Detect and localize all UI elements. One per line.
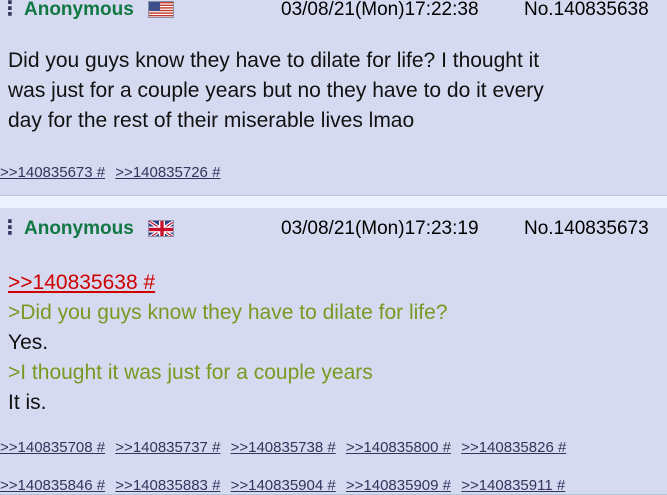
- backlink[interactable]: >>140835708 #: [0, 439, 105, 456]
- message-line: was just for a couple years but no they …: [8, 79, 544, 102]
- backlink[interactable]: >>140835911 #: [461, 477, 565, 494]
- message-line: day for the rest of their miserable live…: [8, 109, 415, 132]
- backlinks: >>140835846 # >>140835883 # >>140835904 …: [0, 477, 667, 494]
- poster-name: Anonymous: [24, 218, 134, 239]
- greentext-line: >Did you guys know they have to dilate f…: [8, 301, 448, 324]
- backlink[interactable]: >>140835904 #: [231, 477, 336, 494]
- post-header: ⋮ Anonymous 03/08/21(Mon)17:23:19 No.140…: [0, 208, 667, 254]
- post-message: Did you guys know they have to dilate fo…: [8, 46, 658, 136]
- post-datetime: 03/08/21(Mon)17:22:38: [281, 0, 479, 20]
- backlink[interactable]: >>140835726 #: [115, 164, 220, 181]
- post-menu-icon[interactable]: ⋮: [0, 218, 20, 238]
- message-line: Did you guys know they have to dilate fo…: [8, 49, 540, 72]
- backlink[interactable]: >>140835846 #: [0, 477, 105, 494]
- post-datetime: 03/08/21(Mon)17:23:19: [281, 218, 479, 239]
- message-line: It is.: [8, 391, 47, 414]
- us-flag-icon: [148, 1, 174, 18]
- backlinks: >>140835673 # >>140835726 #: [0, 164, 667, 181]
- reply-post: ⋮ Anonymous 03/08/21(Mon)17:23:19 No.140…: [0, 208, 667, 495]
- backlink[interactable]: >>140835909 #: [346, 477, 451, 494]
- post-menu-icon[interactable]: ⋮: [0, 0, 20, 19]
- backlink[interactable]: >>140835800 #: [346, 439, 451, 456]
- post-number-link[interactable]: No.140835673: [524, 218, 649, 240]
- reply-post: ⋮ Anonymous 03/08/21(Mon)17:22:38 No.140…: [0, 0, 667, 196]
- uk-flag-icon: [148, 220, 174, 237]
- poster-name: Anonymous: [24, 0, 134, 20]
- backlink[interactable]: >>140835673 #: [0, 164, 105, 181]
- backlink[interactable]: >>140835826 #: [461, 439, 566, 456]
- backlink[interactable]: >>140835737 #: [115, 439, 220, 456]
- backlink[interactable]: >>140835883 #: [115, 477, 220, 494]
- post-header: ⋮ Anonymous 03/08/21(Mon)17:22:38 No.140…: [0, 0, 667, 22]
- post-message: >>140835638 # >Did you guys know they ha…: [8, 268, 658, 418]
- quote-link[interactable]: >>140835638 #: [8, 268, 658, 298]
- post-number-link[interactable]: No.140835638: [524, 0, 649, 21]
- backlink[interactable]: >>140835738 #: [231, 439, 336, 456]
- greentext-line: >I thought it was just for a couple year…: [8, 361, 373, 384]
- backlinks: >>140835708 # >>140835737 # >>140835738 …: [0, 439, 667, 456]
- message-line: Yes.: [8, 331, 49, 354]
